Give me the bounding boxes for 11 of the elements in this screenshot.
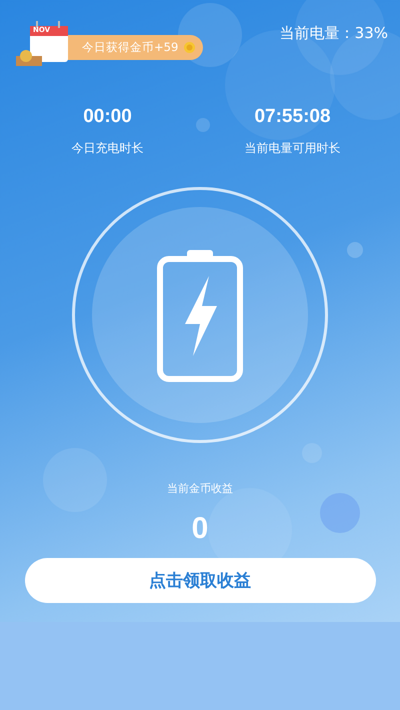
coin-icon xyxy=(184,42,196,52)
stat-label: 当前电量可用时长 xyxy=(244,140,340,157)
earnings-value: 0 xyxy=(192,512,208,546)
claim-earnings-button[interactable]: 点击领取收益 xyxy=(24,558,376,603)
earnings-label: 当前金币收益 xyxy=(167,481,233,496)
battery-charging-icon xyxy=(155,248,245,382)
stat-value: 00:00 xyxy=(83,106,132,128)
treasure-chest-icon xyxy=(16,50,42,66)
stat-label: 今日充电时长 xyxy=(72,140,144,157)
stat-value: 07:55:08 xyxy=(254,106,331,128)
battery-percentage: 当前电量：33% xyxy=(280,24,388,43)
